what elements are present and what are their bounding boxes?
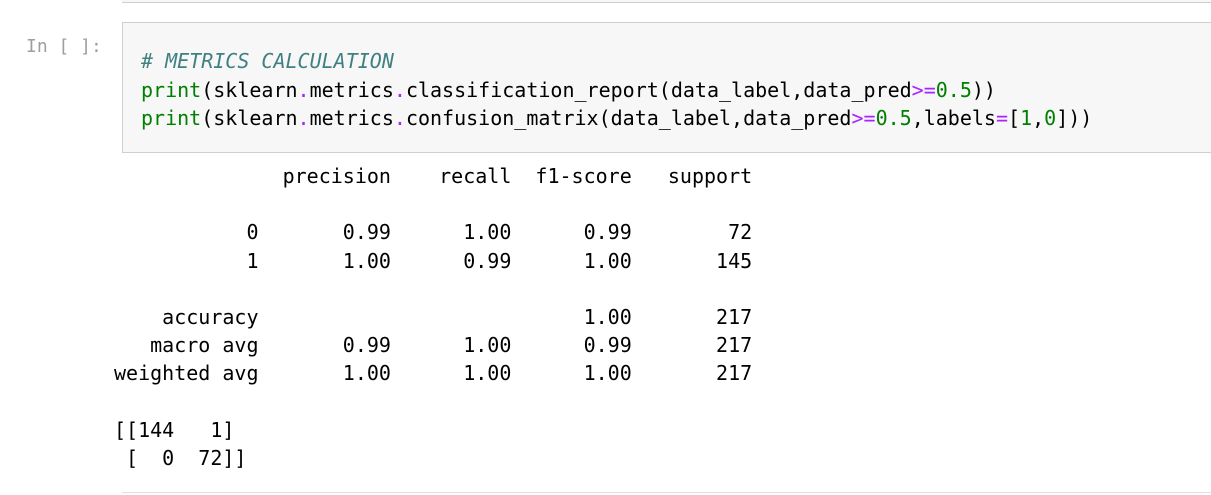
code-token: 1 (1020, 106, 1033, 130)
code-token: 0 (1044, 106, 1057, 130)
output-line: 1 1.00 0.99 1.00 145 (114, 248, 753, 273)
code-line: # METRICS CALCULATION (141, 47, 1092, 76)
output-line: [ 0 72]] (114, 446, 247, 471)
code-token: print (141, 106, 202, 130)
cell-separator (122, 492, 1211, 493)
code-token: metrics (309, 77, 394, 102)
code-token: 0.5 (935, 77, 972, 102)
output-line: [[144 1] (114, 417, 235, 442)
code-token: [ (1008, 106, 1021, 130)
code-token: >= (851, 106, 876, 130)
output-line: 0 0.99 1.00 0.99 72 (114, 220, 753, 245)
output-line: accuracy 1.00 217 (114, 305, 753, 330)
code-token: . (297, 77, 310, 102)
code-token: print (141, 77, 202, 102)
code-line: print(sklearn.metrics.confusion_matrix(d… (141, 104, 1092, 133)
code-token: . (297, 106, 310, 130)
code-token: = (995, 106, 1009, 130)
code-token: . (393, 77, 406, 102)
code-token: confusion_matrix(data_label,data_pred (405, 106, 852, 130)
output-line: macro avg 0.99 1.00 0.99 217 (114, 333, 753, 358)
code-token: , (1032, 106, 1045, 130)
output-line: weighted avg 1.00 1.00 1.00 217 (114, 361, 753, 386)
code-token: (sklearn (201, 106, 298, 130)
code-token: ,labels (911, 106, 996, 130)
previous-cell-bottom-edge (122, 0, 1211, 3)
code-token: . (393, 106, 406, 130)
code-token: 0.5 (875, 106, 912, 130)
code-token: classification_report(data_label,data_pr… (405, 77, 912, 102)
output-line: precision recall f1-score support (114, 164, 753, 188)
code-token: # METRICS CALCULATION (141, 49, 394, 73)
code-token: >= (911, 77, 936, 102)
code-line: print(sklearn.metrics.classification_rep… (141, 76, 1092, 105)
code-token: metrics (309, 106, 394, 130)
input-prompt: In [ ]: (26, 36, 102, 57)
code-token: (sklearn (201, 77, 298, 102)
code-token: ])) (1056, 106, 1093, 130)
code-editor[interactable]: # METRICS CALCULATION print(sklearn.metri… (141, 47, 1092, 133)
code-token: )) (971, 77, 996, 102)
code-input-area[interactable]: # METRICS CALCULATION print(sklearn.metri… (122, 22, 1211, 153)
cell-output: precision recall f1-score support 0 0.99… (114, 162, 752, 472)
